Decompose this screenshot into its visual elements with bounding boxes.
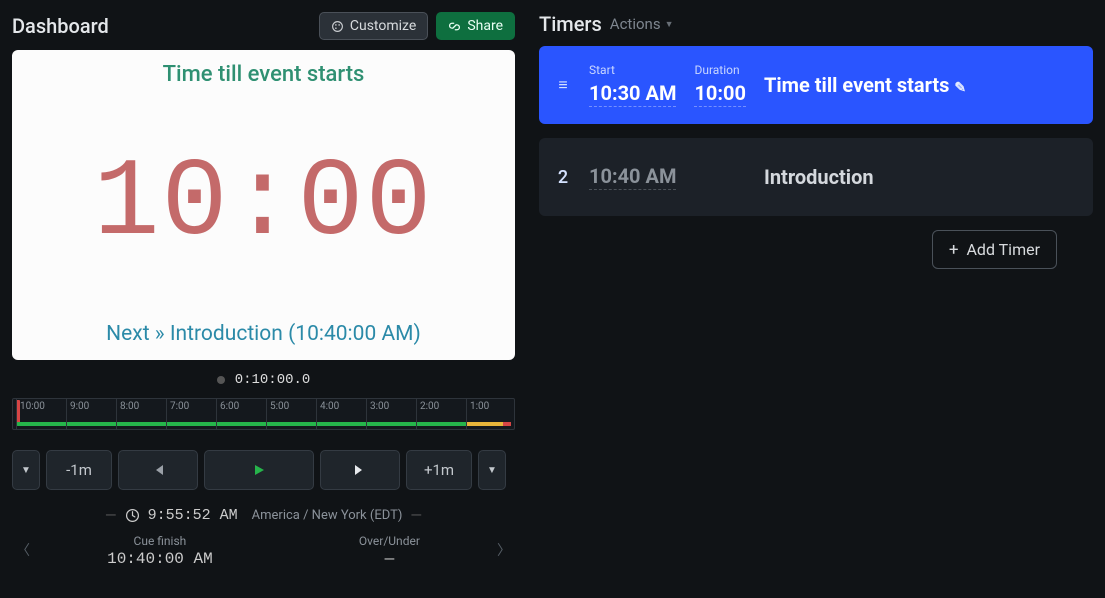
timer-start[interactable]: 10:40 AM xyxy=(589,164,676,190)
edit-icon[interactable]: ✎ xyxy=(954,80,966,96)
preview-title: Time till event starts xyxy=(163,62,365,87)
status-elapsed: 0:10:00.0 xyxy=(235,372,311,388)
play-button[interactable] xyxy=(204,450,314,490)
timer-dur-hdr: Duration xyxy=(694,63,746,77)
customize-label: Customize xyxy=(350,18,416,34)
plus-dropdown[interactable]: ▼ xyxy=(478,450,506,490)
play-icon xyxy=(252,463,266,477)
share-button[interactable]: Share xyxy=(436,12,515,40)
timers-header: Timers Actions ▼ xyxy=(539,12,1093,36)
skip-prev-icon xyxy=(151,463,165,477)
caret-down-icon: ▼ xyxy=(665,19,674,30)
timer-row-1[interactable]: ≡ Start 10:30 AM Duration 10:00 Time til… xyxy=(539,46,1093,124)
cue-finish-value: 10:40:00 AM xyxy=(107,550,213,568)
status-dot-icon xyxy=(217,376,225,384)
ruler-tick: 7:00 xyxy=(166,399,189,429)
minus-dropdown[interactable]: ▼ xyxy=(12,450,40,490)
ruler-tick: 5:00 xyxy=(266,399,289,429)
timer-dur[interactable]: 10:00 xyxy=(694,165,746,190)
share-label: Share xyxy=(467,18,503,34)
ruler-tick: 2:00 xyxy=(416,399,439,429)
ruler-tick: 4:00 xyxy=(316,399,339,429)
timers-actions-dropdown[interactable]: Actions ▼ xyxy=(610,15,674,33)
plus-1m-button[interactable]: +1m xyxy=(406,450,472,490)
dashboard-pane: Dashboard Customize Share Time till even… xyxy=(0,0,527,598)
footer-prev-arrow[interactable]: 〈 xyxy=(16,540,30,560)
timer-dur[interactable]: 10:00 xyxy=(694,81,746,107)
minus-1m-button[interactable]: -1m xyxy=(46,450,112,490)
timer-start-hdr: Start xyxy=(589,63,676,77)
ruler-tick: 8:00 xyxy=(116,399,139,429)
prev-button[interactable] xyxy=(118,450,198,490)
timer-preview-card: Time till event starts 10:00 Next » Intr… xyxy=(12,50,515,360)
timer-index: 2 xyxy=(555,167,571,188)
dashboard-header: Dashboard Customize Share xyxy=(12,12,515,40)
clock-icon xyxy=(125,508,140,523)
footer-info: 〈 〉 — 9:55:52 AM America / New York (EDT… xyxy=(12,504,515,568)
hr-right: — xyxy=(410,506,422,524)
footer-next-arrow[interactable]: 〉 xyxy=(497,540,511,560)
transport-controls: ▼ -1m +1m ▼ xyxy=(12,450,515,490)
timeline-ruler[interactable]: 10:00 9:00 8:00 7:00 6:00 5:00 4:00 3:00 2:00 1:0… xyxy=(12,398,515,430)
over-under-value: — xyxy=(359,550,420,568)
add-timer-button[interactable]: + Add Timer xyxy=(932,230,1057,269)
palette-icon xyxy=(331,20,344,33)
link-icon xyxy=(448,20,461,33)
footer-clock: 9:55:52 AM xyxy=(148,507,238,524)
drag-handle-icon[interactable]: ≡ xyxy=(555,75,571,95)
status-row: 0:10:00.0 xyxy=(12,366,515,394)
timer-title[interactable]: Time till event starts ✎ xyxy=(764,73,1077,97)
timer-row-2[interactable]: 2 10:40 AM 10:00 Introduction xyxy=(539,138,1093,216)
ruler-tick: 6:00 xyxy=(216,399,239,429)
preview-next: Next » Introduction (10:40:00 AM) xyxy=(106,322,421,346)
plus-icon: + xyxy=(949,243,959,257)
ruler-bar-red xyxy=(503,422,511,426)
timer-title[interactable]: Introduction xyxy=(764,165,1077,189)
over-under-label: Over/Under xyxy=(359,534,420,548)
ruler-tick: 3:00 xyxy=(366,399,389,429)
preview-time: 10:00 xyxy=(93,142,433,267)
timers-pane: Timers Actions ▼ ≡ Start 10:30 AM Durati… xyxy=(527,0,1105,598)
cue-finish-label: Cue finish xyxy=(107,534,213,548)
ruler-tick: 1:00 xyxy=(466,399,489,429)
skip-next-icon xyxy=(353,463,367,477)
ruler-tick: 9:00 xyxy=(66,399,89,429)
timer-start[interactable]: 10:30 AM xyxy=(589,81,676,107)
next-button[interactable] xyxy=(320,450,400,490)
footer-tz: America / New York (EDT) xyxy=(252,508,403,523)
ruler-tick: 10:00 xyxy=(16,399,45,429)
hr-left: — xyxy=(105,506,117,524)
dashboard-title: Dashboard xyxy=(12,14,109,38)
customize-button[interactable]: Customize xyxy=(319,12,428,40)
timers-title: Timers xyxy=(539,12,602,36)
